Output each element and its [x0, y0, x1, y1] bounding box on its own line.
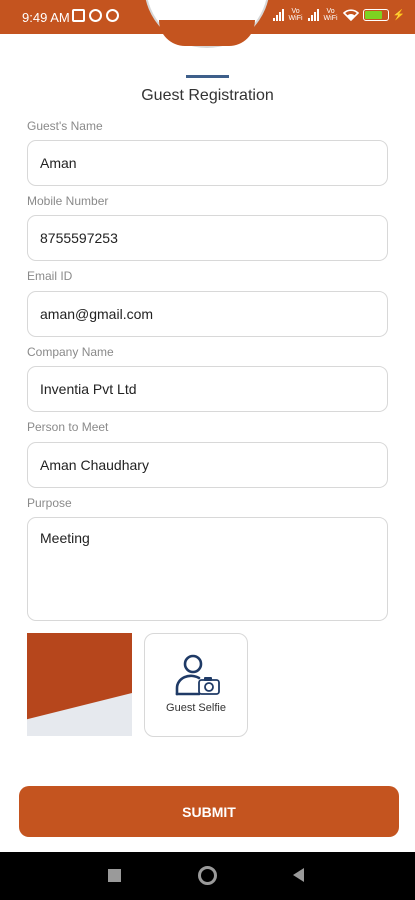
wifi-icon [342, 9, 359, 21]
purpose-textarea[interactable]: Meeting [27, 517, 388, 621]
volte-icon: Vo WiFi [288, 8, 303, 22]
status-time: 9:49 AM [22, 10, 70, 25]
person-to-meet-value: Aman Chaudhary [40, 457, 149, 473]
email-label: Email ID [27, 269, 73, 283]
home-icon[interactable] [198, 866, 217, 885]
company-name-input[interactable]: Inventia Pvt Ltd [27, 366, 388, 412]
guest-name-label: Guest's Name [27, 119, 103, 133]
purpose-label: Purpose [27, 496, 72, 510]
purpose-value: Meeting [40, 530, 90, 546]
vowifi-icon: Vo WiFi [323, 8, 338, 22]
page-title: Guest Registration [141, 87, 274, 104]
signal-icon-2 [307, 9, 319, 21]
photo-wall-region [27, 688, 132, 736]
person-to-meet-label: Person to Meet [27, 420, 109, 434]
captured-photo[interactable] [27, 633, 132, 736]
battery-icon [362, 9, 389, 21]
app-icon-t [106, 9, 119, 22]
person-to-meet-input[interactable]: Aman Chaudhary [27, 442, 388, 488]
signal-icon [272, 9, 284, 21]
status-right-icons: Vo WiFi Vo WiFi ⚡ [272, 8, 405, 22]
mobile-number-label: Mobile Number [27, 194, 109, 208]
wifi-off-icon [72, 9, 85, 22]
title-underline [186, 75, 229, 78]
app-logo [159, 20, 255, 46]
guest-name-value: Aman [40, 155, 77, 171]
mobile-number-input[interactable]: 8755597253 [27, 215, 388, 261]
email-value: aman@gmail.com [40, 306, 154, 322]
mobile-number-value: 8755597253 [40, 230, 118, 246]
status-left-icons [72, 9, 119, 22]
guest-name-input[interactable]: Aman [27, 140, 388, 186]
guest-selfie-label: Guest Selfie [166, 702, 226, 714]
back-icon[interactable] [293, 868, 304, 882]
system-nav-bar [0, 852, 415, 900]
user-camera-icon [175, 654, 220, 696]
guest-selfie-button[interactable]: Guest Selfie [144, 633, 248, 737]
app-icon-p [89, 9, 102, 22]
recents-icon[interactable] [108, 869, 121, 882]
company-name-label: Company Name [27, 345, 114, 359]
company-name-value: Inventia Pvt Ltd [40, 381, 137, 397]
email-input[interactable]: aman@gmail.com [27, 291, 388, 337]
submit-button[interactable]: SUBMIT [19, 786, 399, 837]
charging-icon: ⚡ [392, 9, 405, 21]
